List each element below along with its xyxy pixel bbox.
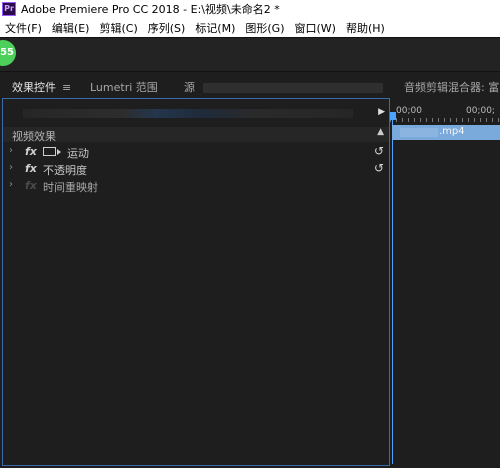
- effect-row-time-remapping[interactable]: › fx 时间重映射: [3, 178, 389, 194]
- video-effects-label: 视频效果: [12, 130, 56, 143]
- menu-markers[interactable]: 标记(M): [190, 20, 240, 36]
- playhead-line: [392, 120, 393, 464]
- timecode-start: 00;00: [396, 106, 422, 116]
- fx-toggle-icon: fx: [25, 179, 37, 192]
- clip-header: ▶: [3, 105, 389, 123]
- tab-source[interactable]: 源: [184, 79, 383, 95]
- reset-icon[interactable]: ↺: [374, 161, 384, 175]
- effect-label-motion: 运动: [67, 147, 89, 160]
- effect-row-motion[interactable]: › fx 运动 ↺: [3, 144, 389, 160]
- panel-tab-row: 效果控件 ≡ Lumetri 范围 源 音频剪辑混合器: 富: [0, 74, 500, 100]
- source-name-redacted: [202, 83, 383, 93]
- playhead-handle[interactable]: [390, 112, 396, 120]
- menu-window[interactable]: 窗口(W): [290, 20, 341, 36]
- title-bar: Pr Adobe Premiere Pro CC 2018 - E:\视频\未命…: [0, 0, 500, 18]
- tab-lumetri-scopes[interactable]: Lumetri 范围: [90, 79, 158, 95]
- chevron-right-icon[interactable]: ›: [9, 162, 13, 173]
- collapse-up-icon[interactable]: ▲: [377, 127, 384, 137]
- fx-toggle-icon[interactable]: fx: [25, 145, 37, 158]
- menu-clip[interactable]: 剪辑(C): [94, 20, 142, 36]
- menu-edit[interactable]: 编辑(E): [47, 20, 95, 36]
- tab-effect-controls-label: 效果控件: [12, 81, 56, 94]
- play-triangle-icon[interactable]: ▶: [378, 107, 385, 117]
- effect-label-time-remapping: 时间重映射: [43, 181, 98, 194]
- menu-bar: 文件(F) 编辑(E) 剪辑(C) 序列(S) 标记(M) 图形(G) 窗口(W…: [0, 18, 500, 37]
- workspace-bar: 55: [0, 37, 500, 72]
- fx-toggle-icon[interactable]: fx: [25, 162, 37, 175]
- ruler-ticks: [390, 118, 500, 122]
- window-title: Adobe Premiere Pro CC 2018 - E:\视频\未命名2 …: [21, 3, 280, 16]
- panel-menu-icon[interactable]: ≡: [62, 81, 71, 94]
- chevron-right-icon[interactable]: ›: [9, 179, 13, 190]
- menu-graphics[interactable]: 图形(G): [240, 20, 289, 36]
- clip-bar[interactable]: .mp4: [392, 125, 500, 140]
- tab-audio-clip-mixer[interactable]: 音频剪辑混合器: 富: [404, 79, 499, 95]
- effect-label-opacity: 不透明度: [43, 164, 87, 177]
- clip-name-redacted: [23, 109, 353, 118]
- clip-name-redacted: [400, 128, 438, 137]
- menu-sequence[interactable]: 序列(S): [143, 20, 191, 36]
- clip-name: .mp4: [439, 126, 465, 137]
- effect-row-opacity[interactable]: › fx 不透明度 ↺: [3, 161, 389, 177]
- effect-controls-timeline: 00;00 00;00; .mp4: [390, 98, 500, 468]
- timecode-next: 00;00;: [466, 106, 495, 116]
- tab-effect-controls[interactable]: 效果控件 ≡: [12, 79, 71, 100]
- tab-source-label: 源: [184, 81, 195, 94]
- chevron-right-icon[interactable]: ›: [9, 145, 13, 156]
- menu-help[interactable]: 帮助(H): [341, 20, 390, 36]
- overlay-badge: 55: [0, 40, 16, 66]
- menu-file[interactable]: 文件(F): [0, 20, 47, 36]
- video-effects-header: 视频效果 ▲: [3, 127, 389, 143]
- premiere-app-icon: Pr: [2, 2, 16, 16]
- reset-icon[interactable]: ↺: [374, 144, 384, 158]
- transform-icon[interactable]: [43, 147, 61, 156]
- effect-controls-panel: ▶ 视频效果 ▲ › fx 运动 ↺ › fx 不透明度 ↺ › fx 时间重映…: [2, 98, 390, 466]
